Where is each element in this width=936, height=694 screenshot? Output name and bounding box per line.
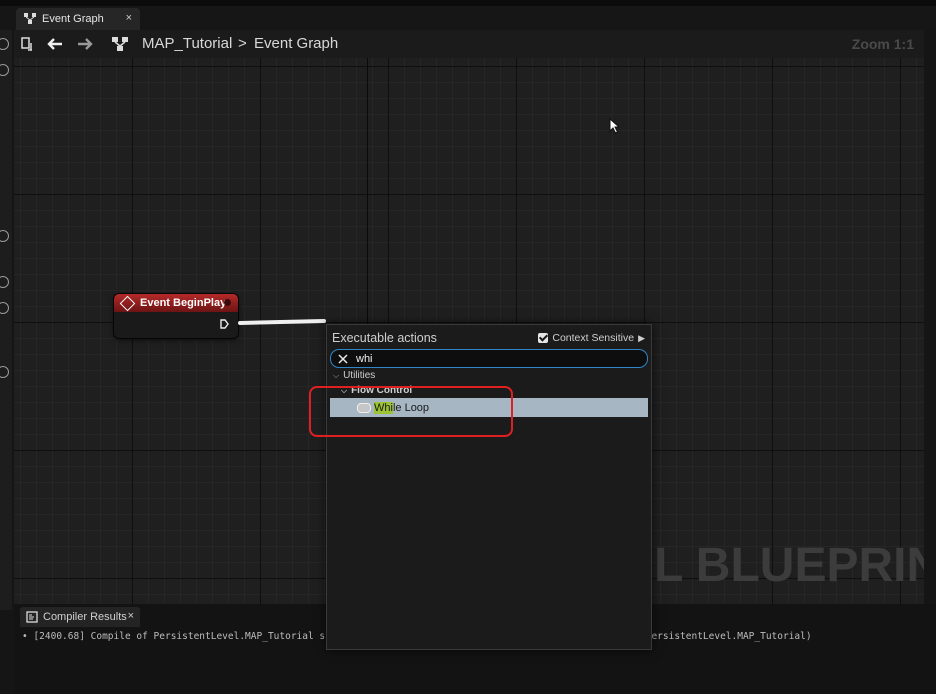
back-button[interactable] — [44, 34, 66, 54]
rail-icon[interactable] — [0, 366, 9, 378]
context-sensitive-toggle[interactable]: Context Sensitive ▶ — [538, 332, 645, 344]
clear-search-icon[interactable] — [338, 353, 348, 364]
checkbox-checked-icon[interactable] — [538, 333, 549, 343]
graph-icon — [112, 37, 128, 51]
tab-compiler-results[interactable]: Compiler Results × — [20, 607, 140, 627]
tab-close-button[interactable]: × — [126, 12, 132, 24]
category-label: Flow Control — [351, 385, 413, 396]
arrow-left-icon — [47, 38, 62, 50]
compiler-tab-label: Compiler Results — [43, 611, 127, 623]
bookmark-icon — [21, 37, 32, 51]
action-menu: Executable actions Context Sensitive ▶ ⌵… — [326, 324, 652, 650]
left-rail — [0, 30, 12, 610]
graph-watermark: L BLUEPRINT — [654, 539, 924, 592]
action-search-box[interactable] — [330, 349, 648, 368]
breadcrumb-level[interactable]: MAP_Tutorial — [142, 35, 232, 52]
node-status-dot — [224, 299, 231, 306]
category-label: Utilities — [343, 370, 376, 381]
graph-toolbar: MAP_Tutorial > Event Graph Zoom 1:1 — [14, 30, 924, 59]
chevron-right-icon: ▶ — [638, 332, 645, 343]
exec-pin-icon[interactable] — [220, 319, 229, 329]
node-header: Event BeginPlay — [114, 294, 238, 312]
tab-label: Event Graph — [42, 13, 104, 25]
action-search-input[interactable] — [356, 352, 626, 365]
gear-icon[interactable] — [0, 38, 9, 50]
rail-icon[interactable] — [0, 230, 9, 242]
category-flow-control[interactable]: ⌵ Flow Control — [341, 385, 412, 396]
rail-icon[interactable] — [0, 276, 9, 288]
forward-button[interactable] — [74, 34, 96, 54]
compiler-tab-close-button[interactable]: × — [128, 610, 134, 622]
mouse-cursor-icon — [609, 118, 621, 134]
rail-icon[interactable] — [0, 302, 9, 314]
breadcrumb-separator: > — [238, 35, 247, 52]
action-menu-title: Executable actions — [332, 331, 437, 345]
document-tab-bar: Event Graph × — [0, 6, 936, 30]
context-sensitive-label: Context Sensitive — [552, 332, 635, 344]
compiler-icon — [26, 611, 38, 623]
node-title: Event BeginPlay — [140, 297, 227, 309]
exec-wire — [237, 319, 327, 325]
category-utilities[interactable]: ⌵ Utilities — [333, 370, 375, 381]
graph-icon — [24, 13, 36, 24]
event-beginplay-node[interactable]: Event BeginPlay — [114, 294, 238, 338]
zoom-level: Zoom 1:1 — [851, 36, 914, 52]
compiler-log-line: • [2400.68] Compile of PersistentLevel.M… — [22, 631, 331, 642]
compiler-log-line-tail: :PersistentLevel.MAP_Tutorial) — [640, 631, 812, 642]
bookmark-button[interactable] — [18, 34, 36, 54]
breadcrumb-graph[interactable]: Event Graph — [254, 35, 338, 52]
chevron-down-icon: ⌵ — [341, 385, 348, 395]
result-while-loop[interactable]: Whi le Loop — [330, 398, 648, 417]
tab-event-graph[interactable]: Event Graph × — [16, 8, 140, 30]
rail-icon[interactable] — [0, 64, 9, 76]
result-label: le Loop — [392, 401, 430, 414]
result-match-highlight: Whi — [374, 401, 393, 414]
macro-icon — [357, 402, 371, 413]
graph-icon-button[interactable] — [110, 34, 130, 54]
chevron-down-icon: ⌵ — [333, 370, 340, 380]
event-icon — [119, 295, 136, 311]
arrow-right-icon — [78, 38, 93, 50]
